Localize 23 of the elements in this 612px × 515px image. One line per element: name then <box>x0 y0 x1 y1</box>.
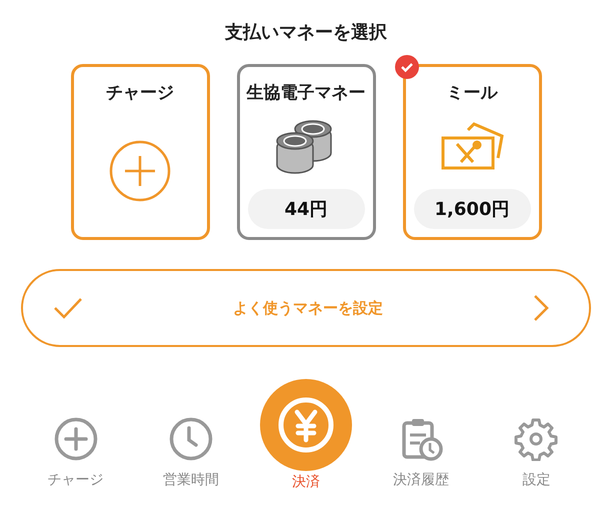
nav-tab[interactable]: 設定 <box>486 371 586 491</box>
nav-tab[interactable]: 決済 <box>256 371 356 491</box>
card-label: 生協電子マネー <box>246 82 366 104</box>
plus-circle-icon <box>54 417 98 461</box>
nav-tab[interactable]: 営業時間 <box>140 371 241 491</box>
nav-tab[interactable]: 決済履歴 <box>371 371 472 491</box>
check-icon <box>53 297 83 319</box>
check-badge-icon <box>394 55 418 79</box>
clock-icon <box>168 417 213 461</box>
amount-pill: 44円 <box>248 189 364 229</box>
card-label: ミール <box>446 82 498 104</box>
money-card[interactable]: ミール 1,600円 <box>402 64 542 240</box>
amount-pill: 1,600円 <box>414 189 530 229</box>
card-label: チャージ <box>106 82 174 104</box>
gear-icon <box>514 417 558 461</box>
money-card[interactable]: チャージ <box>70 64 210 240</box>
screen-title: 支払いマネーを選択 <box>225 21 387 44</box>
chevron-right-icon <box>533 294 549 322</box>
favorite-money-button[interactable]: よく使うマネーを設定 <box>21 269 591 347</box>
meal-ticket-icon <box>440 122 504 172</box>
nav-tab[interactable]: チャージ <box>26 371 126 491</box>
plus-circle-icon <box>109 140 171 202</box>
money-card[interactable]: 生協電子マネー 44円 <box>236 64 376 240</box>
